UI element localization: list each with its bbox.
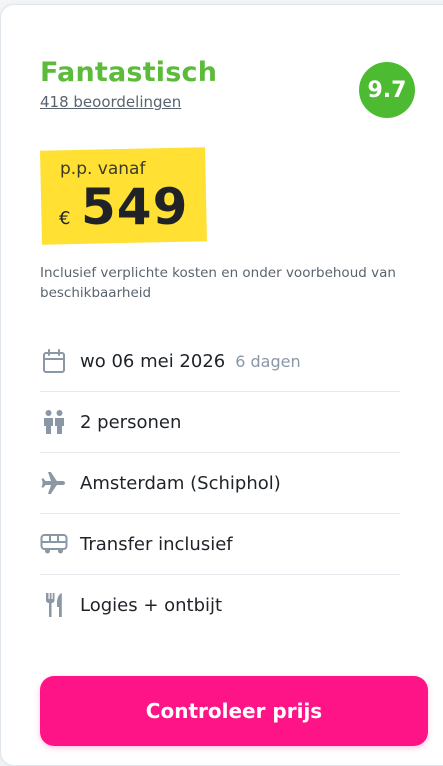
bus-icon: [40, 530, 68, 558]
detail-row-date: wo 06 mei 2026 6 dagen: [40, 331, 400, 392]
check-price-button[interactable]: Controleer prijs: [40, 676, 428, 746]
reviews-link[interactable]: 418 beoordelingen: [40, 93, 181, 111]
trip-details-list: wo 06 mei 2026 6 dagen 2 personen Amster…: [40, 331, 400, 635]
transfer-info: Transfer inclusief: [80, 533, 233, 555]
score-badge: 9.7: [359, 62, 415, 118]
detail-row-persons: 2 personen: [40, 392, 400, 453]
price-currency: €: [59, 208, 71, 229]
fork-knife-icon: [40, 591, 68, 619]
rating-label: Fantastisch: [40, 57, 218, 88]
detail-row-board: Logies + ontbijt: [40, 575, 400, 635]
calendar-icon: [40, 347, 68, 375]
price-amount: 549: [81, 178, 189, 236]
trip-duration: 6 dagen: [235, 351, 301, 371]
detail-row-departure-airport: Amsterdam (Schiphol): [40, 453, 400, 514]
persons-icon: [40, 408, 68, 436]
airplane-icon: [40, 469, 68, 497]
price-note: Inclusief verplichte kosten en onder voo…: [40, 265, 396, 301]
board-type: Logies + ontbijt: [80, 594, 223, 616]
price-from-label: p.p. vanaf: [60, 159, 146, 179]
persons-count: 2 personen: [80, 411, 182, 433]
detail-row-transfer: Transfer inclusief: [40, 514, 400, 575]
departure-date: wo 06 mei 2026: [80, 350, 226, 372]
booking-summary-card: Fantastisch 418 beoordelingen 9.7 p.p. v…: [0, 4, 443, 766]
departure-airport: Amsterdam (Schiphol): [80, 472, 281, 494]
